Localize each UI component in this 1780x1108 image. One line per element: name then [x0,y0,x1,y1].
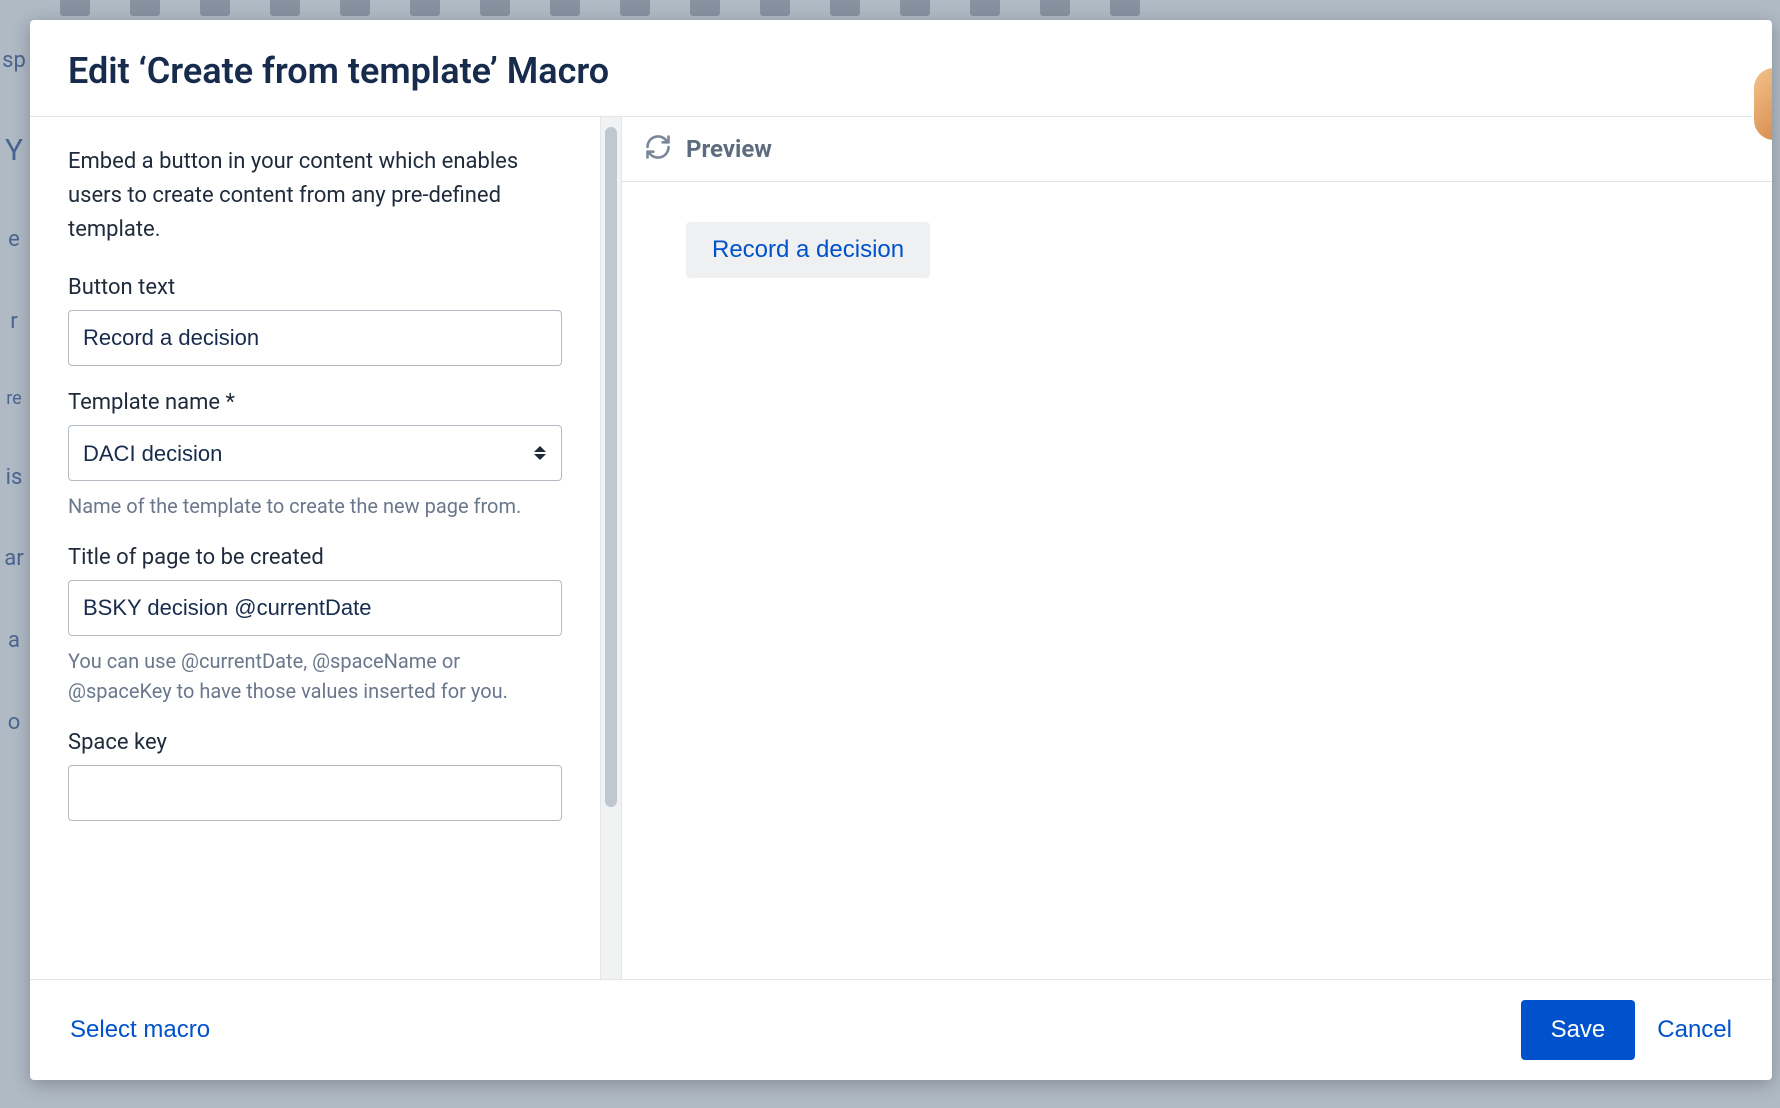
field-template-name: Template name * DACI decision Name of th… [68,390,562,521]
select-wrap-template-name: DACI decision [68,425,562,481]
label-template-name: Template name * [68,390,562,415]
scrollbar-thumb[interactable] [605,127,617,807]
label-button-text: Button text [68,275,562,300]
save-button[interactable]: Save [1521,1000,1636,1060]
help-template-name: Name of the template to create the new p… [68,491,562,521]
config-description: Embed a button in your content which ena… [68,145,562,247]
footer-actions: Save Cancel [1521,1000,1736,1060]
cancel-button[interactable]: Cancel [1653,1008,1736,1052]
input-button-text[interactable] [68,310,562,366]
preview-header: Preview [622,117,1772,182]
background-toolbar [0,0,1780,22]
macro-edit-dialog: Edit ‘Create from template’ Macro Embed … [30,20,1772,1080]
preview-panel: Preview Record a decision [622,117,1772,979]
select-template-name[interactable]: DACI decision [68,425,562,481]
dialog-title: Edit ‘Create from template’ Macro [68,50,1734,92]
dialog-footer: Select macro Save Cancel [30,979,1772,1080]
config-panel: Embed a button in your content which ena… [30,117,600,979]
select-macro-link[interactable]: Select macro [66,1008,214,1052]
preview-body: Record a decision [622,182,1772,979]
label-space-key: Space key [68,730,562,755]
dialog-header: Edit ‘Create from template’ Macro [30,20,1772,117]
field-space-key: Space key [68,730,562,821]
background-sidestrip: spYer reisarao [0,40,28,1108]
panel-divider-scrollbar[interactable] [600,117,622,979]
label-page-title: Title of page to be created [68,545,562,570]
input-page-title[interactable] [68,580,562,636]
field-button-text: Button text [68,275,562,366]
input-space-key[interactable] [68,765,562,821]
field-page-title: Title of page to be created You can use … [68,545,562,706]
dialog-body: Embed a button in your content which ena… [30,117,1772,979]
preview-create-button[interactable]: Record a decision [686,222,930,278]
refresh-icon[interactable] [644,133,672,165]
help-page-title: You can use @currentDate, @spaceName or … [68,646,562,706]
avatar[interactable] [1754,68,1772,140]
preview-label: Preview [686,135,772,163]
